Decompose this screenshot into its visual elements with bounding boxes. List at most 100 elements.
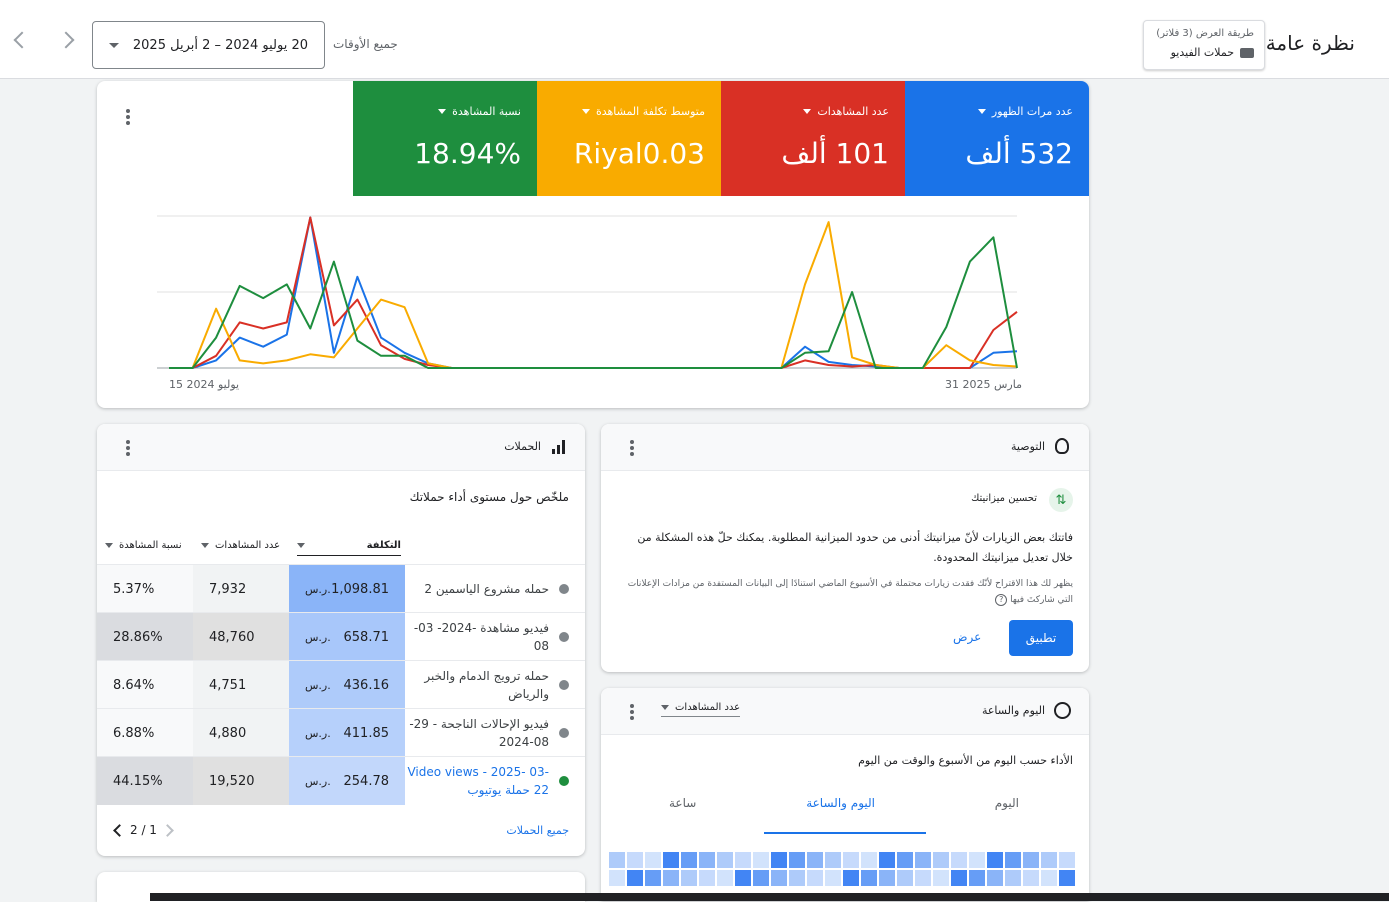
heatmap-cell [933,870,949,886]
heatmap-cell [951,870,967,886]
column-header-views[interactable]: عدد المشاهدات [201,540,280,551]
heatmap-cell [681,870,697,886]
day-hour-subtitle: الأداء حسب اليوم من الأسبوع والوقت من ال… [858,754,1073,767]
heatmap-cell [807,870,823,886]
heatmap-cell [1005,852,1021,868]
tab-hour[interactable]: ساعة [669,796,696,810]
status-icon [559,632,569,642]
heatmap-cell [789,852,805,868]
heatmap-cell [681,852,697,868]
view-rate-cell: 44.15% [113,773,163,789]
heatmap-cell [1059,852,1075,868]
chevron-left-icon[interactable] [113,823,126,837]
view-rate-cell: 6.88% [113,725,155,741]
date-range-value: 20 يوليو 2024 – 2 أبريل 2025 [132,38,308,53]
x-tick-label: 31 مارس 2025 [945,378,1022,391]
heatmap-cell [663,852,679,868]
page-title: نظرة عامة [1265,31,1355,55]
sort-icon [297,543,305,548]
tab-day[interactable]: اليوم [995,796,1019,810]
views-cell: 19,520 [209,773,255,789]
heatmap-cell [609,852,625,868]
heatmap-cell [1059,870,1075,886]
recommendation-header: التوصية [601,424,1089,471]
heatmap-cell [969,852,985,868]
heatmap-cell [879,870,895,886]
table-row[interactable]: 44.15% 19,520 ر.س. 254.78 Video views - 2025… [97,756,585,805]
more-options-icon[interactable] [126,440,130,456]
heatmap-cell [627,852,643,868]
table-row[interactable]: 28.86% 48,760 ر.س. 658.71 فيديو مشاهدة -2024… [97,612,585,661]
heatmap-cell [933,852,949,868]
views-cell: 4,880 [209,725,247,741]
recommendation-card: التوصية ⇅ تحسين ميزانيتك فاتتك بعض الزيا… [601,424,1089,672]
recommendation-body: فاتتك بعض الزيارات لأنّ ميزانيتك أدنى من… [637,531,1073,564]
bar-chart-icon [551,440,565,454]
more-options-icon[interactable] [126,109,130,125]
heatmap-cell [897,870,913,886]
day-hour-metric-selector[interactable]: عدد المشاهدات [661,702,741,717]
metric-impressions[interactable]: عدد مرات الظهور 532 ألف [905,81,1089,196]
heatmap-cell [1041,870,1057,886]
view-selector[interactable]: طريقة العرض (3 فلاتر) حملات الفيديو [1143,20,1265,70]
all-campaigns-link[interactable]: جميع الحملات [506,824,569,837]
recommendation-note: يظهر لك هذا الاقتراح لأنّك فقدت زيارات م… [627,579,1073,606]
date-range-picker[interactable]: 20 يوليو 2024 – 2 أبريل 2025 [92,21,325,69]
recommendation-item-title: تحسين ميزانيتك [971,493,1037,504]
view-selector-label: طريقة العرض (3 فلاتر) [1156,28,1254,39]
status-icon [559,776,569,786]
heatmap-cell [1005,870,1021,886]
campaign-name[interactable]: فيديو الإحالات الناجحة - 29-08-2024 [405,715,549,751]
metric-avg-cpv[interactable]: متوسط تكلفة المشاهدة Riyal0.03 [537,81,721,196]
metric-view-rate[interactable]: نسبة المشاهدة 18.94% [353,81,537,196]
view-button[interactable]: عرض [953,630,981,644]
campaigns-title: الحملات [504,440,541,453]
table-row[interactable]: 6.88% 4,880 ر.س. 411.85 فيديو الإحالات الناج… [97,708,585,757]
metric-views[interactable]: عدد المشاهدات 101 ألف [721,81,905,196]
campaign-name[interactable]: فيديو مشاهدة -2024- 03-08 [405,619,549,655]
chevron-right-icon[interactable] [161,823,174,837]
performance-card: عدد مرات الظهور 532 ألف عدد المشاهدات 10… [97,81,1089,408]
heatmap-cell [861,852,877,868]
chevron-right-icon[interactable] [57,31,75,49]
views-cell: 4,751 [209,677,247,693]
more-options-icon[interactable] [630,440,634,456]
heatmap-cell [699,852,715,868]
views-cell: 7,932 [209,581,247,597]
campaigns-subtitle: ملخّص حول مستوى أداء حملاتك [409,490,569,504]
apply-button[interactable]: تطبيق [1009,620,1073,656]
chevron-down-icon [803,109,812,114]
campaign-name[interactable]: حمله ترويج الدمام والخبر والرياض [405,667,549,703]
day-hour-heatmap [609,852,1075,886]
more-options-icon[interactable] [630,704,634,720]
cost-cell: 254.78 [343,773,390,789]
view-selector-value: حملات الفيديو [1171,46,1254,59]
heatmap-cell [771,852,787,868]
chevron-left-icon[interactable] [13,31,31,49]
campaign-name[interactable]: حمله مشروع الياسمين 2 [424,580,549,598]
sort-icon [201,543,209,548]
heatmap-cell [843,852,859,868]
help-icon[interactable]: ? [995,594,1008,606]
x-tick-label: 15 يوليو 2024 [169,378,239,391]
heatmap-cell [771,870,787,886]
day-hour-header: اليوم والساعة عدد المشاهدات [601,688,1089,735]
heatmap-cell [897,852,913,868]
chevron-down-icon [109,43,119,48]
heatmap-cell [699,870,715,886]
table-row[interactable]: 5.37% 7,932 ر.س. 1,098.81 حمله مشروع الياسمي… [97,564,585,613]
tab-day-hour[interactable]: اليوم والساعة [806,796,875,810]
heatmap-cell [969,870,985,886]
table-row[interactable]: 8.64% 4,751 ر.س. 436.16 حمله ترويج الدمام وا… [97,660,585,709]
column-header-view-rate[interactable]: نسبة المشاهدة [105,540,182,551]
heatmap-cell [753,852,769,868]
cost-cell: 411.85 [343,725,390,741]
heatmap-cell [987,870,1003,886]
campaigns-card-header: الحملات [97,424,585,471]
heatmap-cell [843,870,859,886]
heatmap-cell [717,870,733,886]
campaigns-card: الحملات ملخّص حول مستوى أداء حملاتك التك… [97,424,585,856]
campaign-name[interactable]: Video views - 2025- 03-22 حملة يوتيوب [405,763,549,799]
heatmap-cell [753,870,769,886]
column-header-cost[interactable]: التكلفة [297,540,401,556]
